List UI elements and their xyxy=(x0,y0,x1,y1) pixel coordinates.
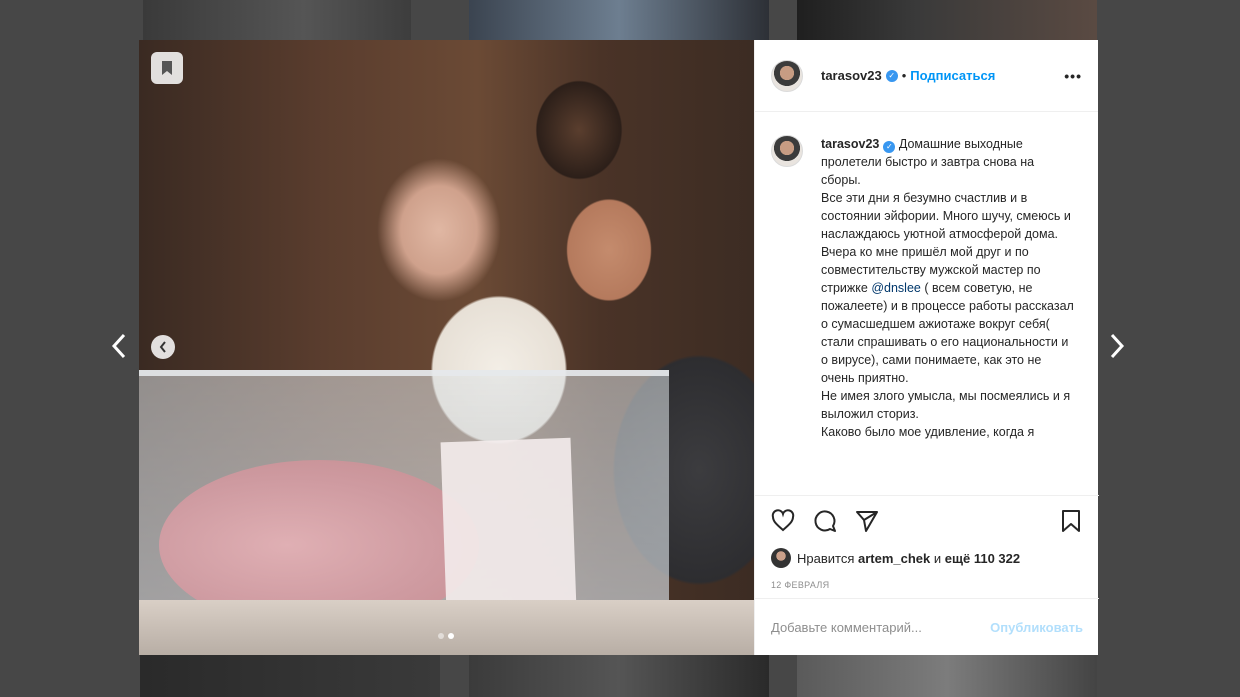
caption-body: tarasov23 ✓ Домашние выходные пролетели б… xyxy=(821,135,1076,495)
liker-avatar[interactable] xyxy=(771,548,791,568)
liker-username[interactable]: artem_chek xyxy=(858,551,930,566)
more-options-button[interactable]: ••• xyxy=(1064,68,1082,84)
bookmark-icon[interactable] xyxy=(1059,509,1083,533)
chevron-left-icon xyxy=(111,333,126,359)
follow-button[interactable]: Подписаться xyxy=(910,68,995,83)
post-side-panel: tarasov23 ✓ • Подписаться ••• tarasov23 ✓… xyxy=(754,40,1099,655)
send-icon[interactable] xyxy=(855,509,879,533)
post-actions: Нравится artem_chek и ещё 110 322 12 ФЕВ… xyxy=(755,495,1099,590)
comment-icon[interactable] xyxy=(813,509,837,533)
next-post-button[interactable] xyxy=(1102,332,1132,362)
caption-paragraph: tarasov23 ✓ Домашние выходные пролетели б… xyxy=(821,135,1076,189)
background-thumbnail xyxy=(797,0,1097,40)
caption-username[interactable]: tarasov23 xyxy=(821,137,879,151)
caption-text: ( всем советую, не пожалеете) и в процес… xyxy=(821,281,1074,385)
heart-icon[interactable] xyxy=(771,509,795,533)
background-thumbnail xyxy=(143,0,411,40)
caption-paragraph: Каково было мое удивление, когда я xyxy=(821,425,1035,439)
carousel-dot-active[interactable] xyxy=(448,633,454,639)
post-modal: tarasov23 ✓ • Подписаться ••• tarasov23 ✓… xyxy=(139,40,1099,655)
likes-row: Нравится artem_chek и ещё 110 322 xyxy=(771,548,1083,568)
previous-post-button[interactable] xyxy=(104,332,134,362)
likes-middle: и xyxy=(933,550,942,566)
comment-bar: Добавьте комментарий... Опубликовать xyxy=(755,598,1099,655)
verified-badge-icon: ✓ xyxy=(883,141,896,153)
carousel-dot[interactable] xyxy=(438,633,444,639)
save-button[interactable] xyxy=(151,52,183,84)
header-username[interactable]: tarasov23 xyxy=(821,68,882,83)
separator: • xyxy=(901,68,907,83)
caption-paragraph: Не имея злого умысла, мы посмеялись и я … xyxy=(821,389,1071,421)
background-thumbnail xyxy=(469,655,769,697)
background-thumbnail xyxy=(797,655,1097,697)
avatar[interactable] xyxy=(771,59,803,92)
background-thumbnail xyxy=(469,0,769,40)
crib-base-shape xyxy=(139,600,754,655)
post-date[interactable]: 12 ФЕВРАЛЯ xyxy=(771,580,1083,590)
action-icons xyxy=(771,506,1083,536)
post-photo xyxy=(139,40,754,655)
bookmark-icon xyxy=(162,61,172,75)
publish-button[interactable]: Опубликовать xyxy=(990,620,1083,635)
carousel-dots xyxy=(438,633,454,639)
caption: tarasov23 ✓ Домашние выходные пролетели б… xyxy=(755,113,1099,495)
caption-paragraph: Вчера ко мне пришёл мой друг и по совмес… xyxy=(821,243,1076,387)
previous-image-button[interactable] xyxy=(151,335,175,359)
verified-badge-icon: ✓ xyxy=(885,69,898,82)
mention-link[interactable]: @dnslee xyxy=(871,281,921,295)
chevron-left-icon xyxy=(159,341,166,353)
caption-paragraph: Все эти дни я безумно счастлив и в состо… xyxy=(821,191,1071,241)
post-header: tarasov23 ✓ • Подписаться ••• xyxy=(755,40,1098,112)
caption-avatar[interactable] xyxy=(771,135,803,167)
likes-prefix: Нравится xyxy=(797,550,855,566)
chevron-right-icon xyxy=(1110,333,1125,359)
comment-input[interactable]: Добавьте комментарий... xyxy=(771,620,922,635)
background-thumbnail xyxy=(140,655,440,697)
likes-count[interactable]: ещё 110 322 xyxy=(945,551,1020,566)
